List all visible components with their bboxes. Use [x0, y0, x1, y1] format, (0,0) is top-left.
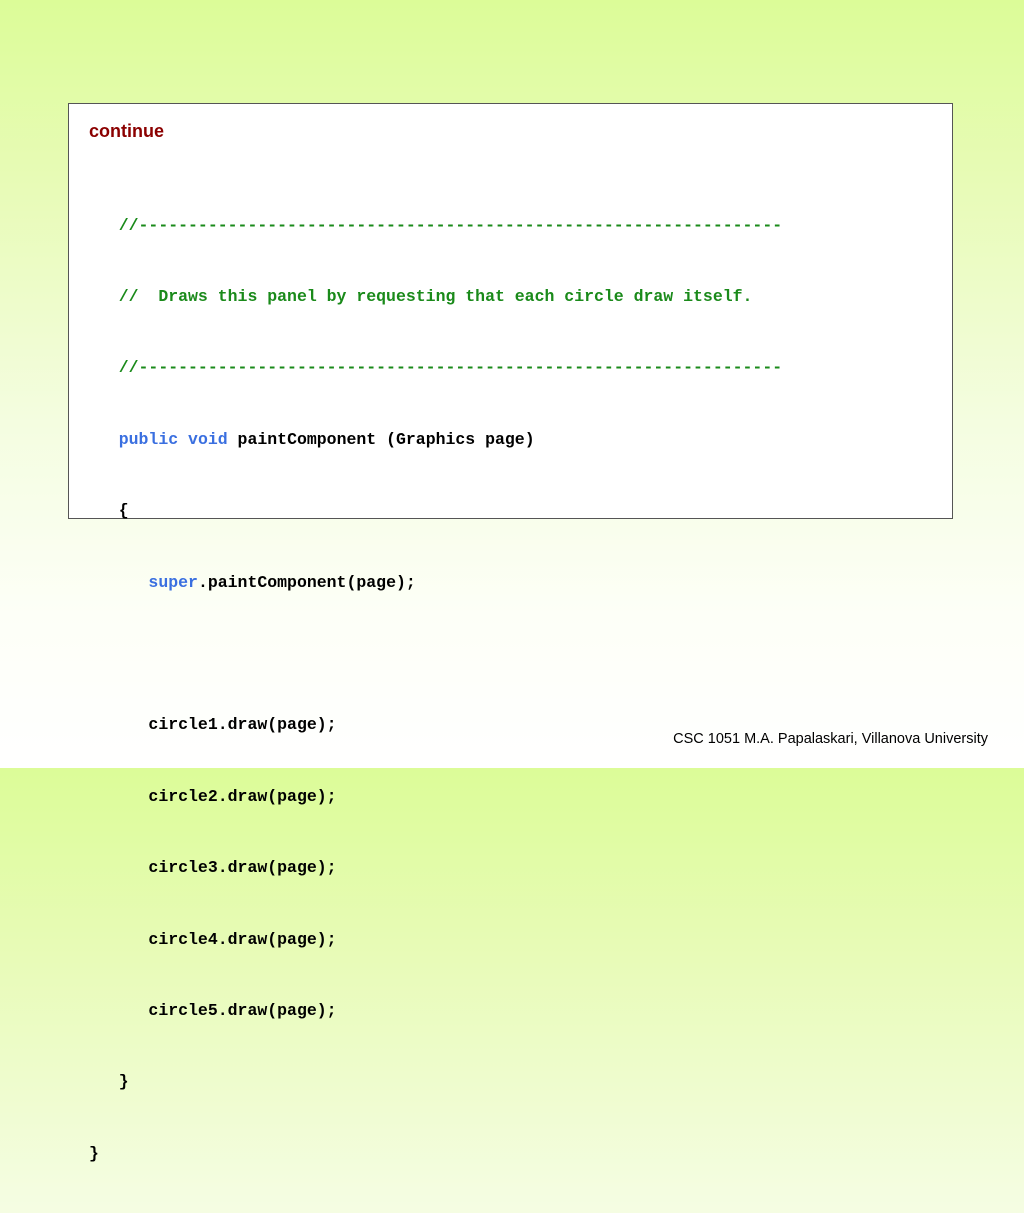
code-line-method-signature: public void paintComponent (Graphics pag…: [89, 428, 782, 452]
method-signature: paintComponent (Graphics page): [227, 429, 535, 449]
keyword-super: super: [148, 572, 198, 592]
code-line-call: circle4.draw(page);: [89, 928, 782, 952]
draw-call: circle5.draw(page);: [148, 1000, 337, 1020]
slide-footer: CSC 1051 M.A. Papalaskari, Villanova Uni…: [673, 731, 988, 747]
code-line-comment-rule-bottom: //--------------------------------------…: [89, 356, 782, 380]
code-panel: continue //-----------------------------…: [68, 103, 953, 1163]
draw-call: circle3.draw(page);: [148, 858, 337, 878]
code-listing: //--------------------------------------…: [89, 166, 782, 1213]
class-close-brace: }: [89, 1143, 99, 1163]
code-line-call: circle3.draw(page);: [89, 856, 782, 880]
code-line-super-call: super.paintComponent(page);: [89, 571, 782, 595]
comment-rule: //--------------------------------------…: [118, 215, 783, 235]
keyword-public: public: [118, 429, 179, 449]
code-line-close-brace: }: [89, 1070, 782, 1094]
comment-text: // Draws this panel by requesting that e…: [118, 286, 753, 306]
open-brace: {: [118, 501, 129, 521]
super-call: .paintComponent(page);: [197, 572, 416, 592]
draw-call: circle1.draw(page);: [148, 715, 337, 735]
keyword-void: void: [188, 429, 228, 449]
code-line-class-close: }: [89, 1142, 782, 1166]
code-line-comment-rule-top: //--------------------------------------…: [89, 214, 782, 238]
comment-rule: //--------------------------------------…: [118, 358, 783, 378]
code-line-call: circle5.draw(page);: [89, 999, 782, 1023]
code-line-open-brace: {: [89, 499, 782, 523]
draw-call: circle4.draw(page);: [148, 929, 337, 949]
slide-heading: continue: [89, 121, 164, 141]
code-line-comment-text: // Draws this panel by requesting that e…: [89, 285, 782, 309]
close-brace: }: [118, 1072, 129, 1092]
code-line-call: circle2.draw(page);: [89, 785, 782, 809]
draw-call: circle2.draw(page);: [148, 786, 337, 806]
